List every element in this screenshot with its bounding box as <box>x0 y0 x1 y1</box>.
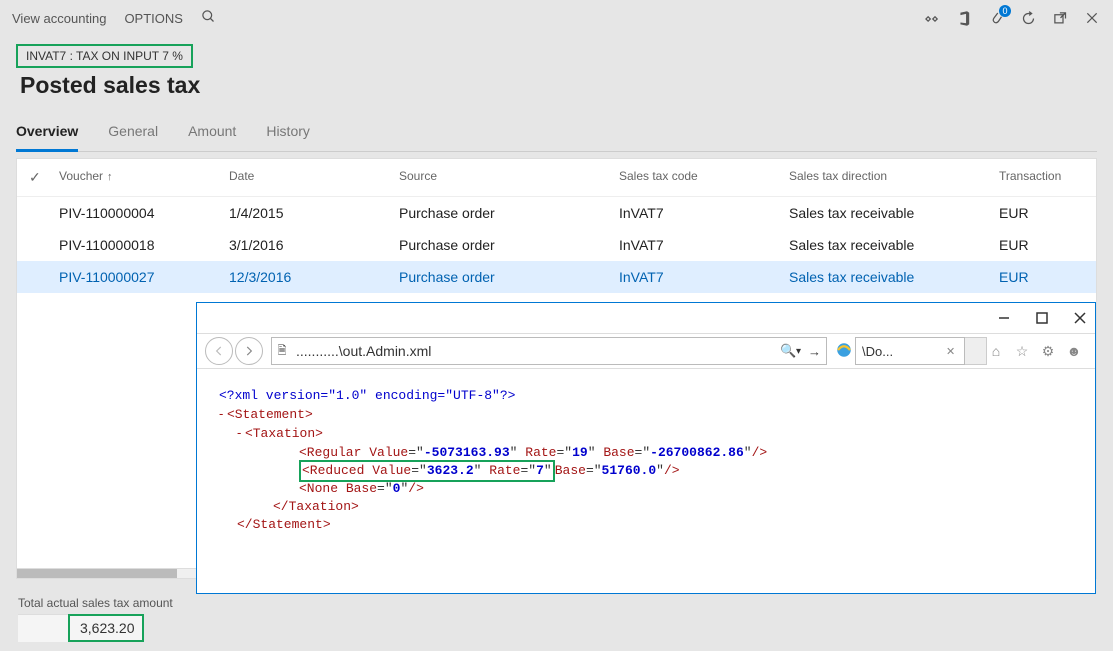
xml-reduced-base: 51760.0 <box>602 463 657 478</box>
cell-transaction: EUR <box>999 269 1084 285</box>
go-icon[interactable]: → <box>808 344 826 359</box>
column-sales-tax-direction[interactable]: Sales tax direction <box>789 169 999 186</box>
ie-titlebar <box>197 303 1095 333</box>
refresh-icon[interactable] <box>1019 9 1037 27</box>
grid-row[interactable]: PIV-110000027 12/3/2016 Purchase order I… <box>17 261 1096 293</box>
tab-general[interactable]: General <box>108 117 158 151</box>
cell-source: Purchase order <box>399 205 619 221</box>
total-value: 3,623.20 <box>68 614 144 642</box>
column-voucher[interactable]: Voucher↑ <box>59 169 229 186</box>
forward-button[interactable] <box>235 337 263 365</box>
xml-reduced-value: 3623.2 <box>427 463 474 478</box>
dropdown-icon[interactable]: ▾ <box>796 346 808 357</box>
command-bar-right: 0 <box>923 9 1101 27</box>
xml-reduced-rate: 7 <box>536 463 544 478</box>
tab-history[interactable]: History <box>266 117 310 151</box>
cell-voucher: PIV-110000018 <box>59 237 229 253</box>
minimize-button[interactable] <box>997 311 1011 325</box>
cell-source: Purchase order <box>399 237 619 253</box>
cell-voucher: PIV-110000027 <box>59 269 229 285</box>
back-button[interactable] <box>205 337 233 365</box>
xml-declaration: <?xml version="1.0" encoding="UTF-8"?> <box>219 388 515 403</box>
tab-amount[interactable]: Amount <box>188 117 236 151</box>
new-tab-button[interactable] <box>965 337 987 365</box>
column-transaction[interactable]: Transaction <box>999 169 1084 186</box>
options-menu[interactable]: OPTIONS <box>124 11 183 26</box>
cell-date: 12/3/2016 <box>229 269 399 285</box>
select-all-column[interactable]: ✓ <box>29 169 59 186</box>
xml-none-base: 0 <box>393 481 401 496</box>
xml-regular-base: -26700862.86 <box>650 445 744 460</box>
subtitle-badge: INVAT7 : TAX ON INPUT 7 % <box>16 44 193 68</box>
sort-asc-icon: ↑ <box>107 171 113 183</box>
office-icon[interactable] <box>955 9 973 27</box>
home-icon[interactable]: ⌂ <box>987 342 1005 360</box>
ie-window: 🗎 ...........\out.Admin.xml 🔍 ▾ → \Do...… <box>196 302 1096 594</box>
grid-row[interactable]: PIV-110000004 1/4/2015 Purchase order In… <box>17 197 1096 229</box>
grid-header: ✓ Voucher↑ Date Source Sales tax code Sa… <box>17 159 1096 197</box>
feedback-icon[interactable]: ☻ <box>1065 342 1083 360</box>
xml-regular-rate: 19 <box>572 445 588 460</box>
column-sales-tax-code[interactable]: Sales tax code <box>619 169 789 186</box>
view-accounting-menu[interactable]: View accounting <box>12 11 106 26</box>
column-date[interactable]: Date <box>229 169 399 186</box>
command-bar: View accounting OPTIONS 0 <box>0 0 1113 36</box>
cell-direction: Sales tax receivable <box>789 269 999 285</box>
attachments-badge: 0 <box>999 5 1011 17</box>
browser-tab[interactable]: \Do... ✕ <box>855 337 965 365</box>
total-area: Total actual sales tax amount 3,623.20 <box>18 596 173 645</box>
ie-toolbar: 🗎 ...........\out.Admin.xml 🔍 ▾ → \Do...… <box>197 333 1095 369</box>
xml-reduced-highlight: <Reduced Value="3623.2" Rate="7" <box>299 460 555 482</box>
address-text[interactable]: ...........\out.Admin.xml <box>292 343 780 359</box>
cell-tax-code: InVAT7 <box>619 205 789 221</box>
search-icon[interactable]: 🔍 <box>780 343 796 359</box>
connector-icon[interactable] <box>923 9 941 27</box>
tab-close-icon[interactable]: ✕ <box>946 345 964 358</box>
close-icon[interactable] <box>1083 9 1101 27</box>
cell-source: Purchase order <box>399 269 619 285</box>
search-icon[interactable] <box>201 9 216 27</box>
cell-direction: Sales tax receivable <box>789 237 999 253</box>
scrollbar-thumb[interactable] <box>17 569 177 578</box>
cell-voucher: PIV-110000004 <box>59 205 229 221</box>
popout-icon[interactable] <box>1051 9 1069 27</box>
grid-row[interactable]: PIV-110000018 3/1/2016 Purchase order In… <box>17 229 1096 261</box>
browser-tab-label: \Do... <box>856 344 946 359</box>
total-label: Total actual sales tax amount <box>18 596 173 610</box>
page-title: Posted sales tax <box>20 72 1097 99</box>
favorites-icon[interactable]: ☆ <box>1013 342 1031 360</box>
attachments-icon[interactable]: 0 <box>987 9 1005 27</box>
cell-transaction: EUR <box>999 205 1084 221</box>
cell-transaction: EUR <box>999 237 1084 253</box>
command-bar-left: View accounting OPTIONS <box>12 9 216 27</box>
cell-date: 1/4/2015 <box>229 205 399 221</box>
close-button[interactable] <box>1073 311 1087 325</box>
tools-icon[interactable]: ⚙ <box>1039 342 1057 360</box>
cell-tax-code: InVAT7 <box>619 237 789 253</box>
maximize-button[interactable] <box>1035 311 1049 325</box>
cell-date: 3/1/2016 <box>229 237 399 253</box>
page-icon: 🗎 <box>272 342 292 361</box>
ie-icon[interactable] <box>833 341 855 362</box>
tab-strip: Overview General Amount History <box>16 117 1097 152</box>
address-bar[interactable]: 🗎 ...........\out.Admin.xml 🔍 ▾ → <box>271 337 827 365</box>
tab-overview[interactable]: Overview <box>16 117 78 152</box>
xml-viewer: <?xml version="1.0" encoding="UTF-8"?> -… <box>197 369 1095 553</box>
cell-tax-code: InVAT7 <box>619 269 789 285</box>
cell-direction: Sales tax receivable <box>789 205 999 221</box>
column-source[interactable]: Source <box>399 169 619 186</box>
xml-regular-value: -5073163.93 <box>424 445 510 460</box>
